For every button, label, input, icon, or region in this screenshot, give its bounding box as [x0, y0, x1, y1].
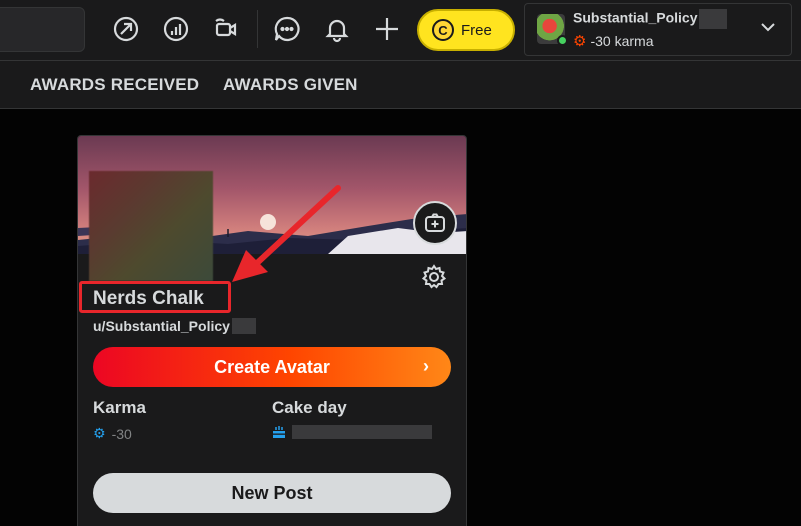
- karma-gear-icon: ⚙: [93, 425, 106, 441]
- create-avatar-label: Create Avatar: [214, 356, 330, 377]
- new-post-label: New Post: [231, 482, 313, 503]
- profile-tabs: AWARDS RECEIVED AWARDS GIVEN: [0, 61, 801, 109]
- top-header: C Free Substantial_Policy ⚙ -30 karma: [0, 0, 801, 61]
- chevron-right-icon: ›: [423, 356, 429, 376]
- create-avatar-button[interactable]: Create Avatar ›: [93, 347, 451, 387]
- redacted-block: [699, 9, 728, 29]
- karma-label: -30 karma: [590, 33, 654, 49]
- username: Substantial_Policy: [573, 9, 728, 29]
- chat-icon[interactable]: [272, 13, 302, 45]
- tab-awards-given[interactable]: AWARDS GIVEN: [223, 75, 358, 95]
- online-status-icon: [557, 35, 568, 46]
- profile-avatar[interactable]: [89, 171, 213, 281]
- user-dropdown[interactable]: Substantial_Policy ⚙ -30 karma: [524, 3, 792, 56]
- cake-icon: [273, 426, 285, 438]
- username-text: Substantial_Policy: [573, 9, 698, 26]
- popular-icon[interactable]: [111, 13, 141, 45]
- free-button[interactable]: C Free: [417, 9, 515, 51]
- coin-icon: C: [432, 19, 454, 41]
- notifications-icon[interactable]: [322, 13, 352, 45]
- profile-card: Nerds Chalk u/Substantial_Policy Create …: [77, 135, 467, 526]
- cake-day-row: [272, 425, 432, 439]
- stats-icon[interactable]: [161, 13, 191, 45]
- karma-summary: ⚙ -30 karma: [573, 32, 653, 50]
- create-post-icon[interactable]: [372, 13, 402, 45]
- new-post-button[interactable]: New Post: [93, 473, 451, 513]
- annotation-highlight-box: [79, 281, 231, 313]
- karma-value: -30: [111, 425, 132, 442]
- free-label: Free: [461, 21, 492, 39]
- profile-handle: u/Substantial_Policy: [93, 318, 256, 334]
- add-banner-button[interactable]: [413, 201, 457, 245]
- redacted-date: [292, 425, 432, 439]
- header-divider: [257, 10, 258, 48]
- camera-add-icon: [425, 213, 445, 232]
- chevron-down-icon[interactable]: [759, 18, 777, 36]
- karma-value-row: ⚙ -30: [93, 425, 132, 442]
- redacted-block: [231, 318, 256, 334]
- handle-text: u/Substantial_Policy: [93, 318, 230, 334]
- karma-icon: ⚙: [573, 33, 587, 50]
- tab-awards-received[interactable]: AWARDS RECEIVED: [30, 75, 199, 95]
- cake-day-title: Cake day: [272, 398, 347, 417]
- search-bar[interactable]: [0, 7, 85, 52]
- settings-gear-icon[interactable]: [421, 264, 447, 290]
- live-icon[interactable]: [211, 13, 241, 45]
- karma-title: Karma: [93, 398, 146, 417]
